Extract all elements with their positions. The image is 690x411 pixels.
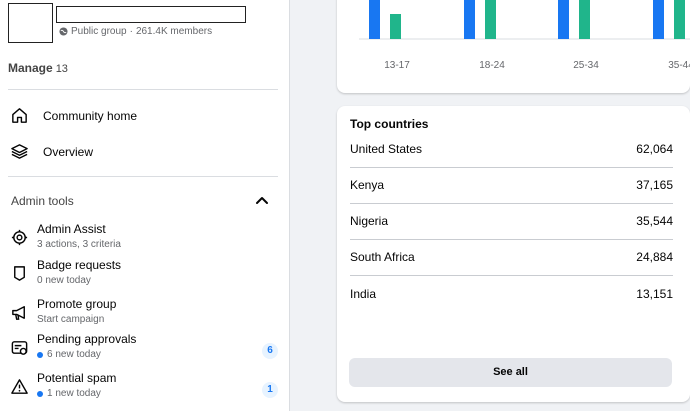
- tool-subtitle: Start campaign: [37, 314, 104, 325]
- count-badge: 6: [262, 343, 278, 359]
- warning-icon: [11, 379, 28, 394]
- admin-tools-heading: Admin tools: [11, 194, 74, 208]
- new-dot: [37, 351, 43, 358]
- group-privacy: Public group: [71, 26, 127, 37]
- tool-promote-group[interactable]: Promote group Start campaign: [10, 297, 280, 329]
- row-divider: [350, 203, 673, 204]
- layers-icon: [11, 144, 28, 159]
- tool-subtitle: 3 actions, 3 criteria: [37, 239, 121, 250]
- card-title: Top countries: [350, 117, 429, 131]
- chevron-up-icon[interactable]: [255, 195, 269, 205]
- tool-title: Potential spam: [37, 371, 117, 385]
- country-value: 62,064: [636, 142, 673, 156]
- approvals-icon: [11, 341, 28, 355]
- bar-35-44-series-1: [653, 0, 664, 39]
- row-divider: [350, 239, 673, 240]
- manage-label: Manage: [8, 61, 53, 75]
- country-row: United States 62,064: [350, 142, 673, 178]
- tool-title: Admin Assist: [37, 222, 106, 236]
- manage-count: 13: [55, 63, 68, 75]
- nav-community-home[interactable]: Community home: [10, 106, 280, 125]
- country-row: Kenya 37,165: [350, 178, 673, 214]
- country-row: South Africa 24,884: [350, 250, 673, 286]
- tool-title: Badge requests: [37, 258, 122, 272]
- tool-admin-assist[interactable]: Admin Assist 3 actions, 3 criteria: [10, 222, 280, 254]
- home-icon: [12, 108, 27, 123]
- country-value: 13,151: [636, 287, 673, 301]
- nav-label: Overview: [43, 144, 94, 159]
- tool-subtitle-text: 0 new today: [37, 275, 91, 286]
- tool-subtitle-text: 6 new today: [47, 349, 101, 360]
- top-countries-card: Top countries United States 62,064 Kenya 37…: [337, 106, 690, 402]
- bar-18-24-series-1: [464, 0, 475, 39]
- nav-label: Community home: [43, 108, 138, 123]
- nav-overview[interactable]: Overview: [10, 142, 280, 161]
- bar-35-44-series-2: [674, 0, 685, 39]
- badge-icon: [14, 266, 25, 281]
- age-chart-card: 13-17 18-24 25-34 35-44: [337, 0, 690, 93]
- country-name: India: [350, 287, 377, 301]
- group-name[interactable]: [56, 6, 246, 23]
- meta-separator: ·: [129, 26, 133, 37]
- bar-18-24-series-2: [485, 0, 496, 39]
- row-divider: [350, 275, 673, 276]
- group-meta: Public group · 261.4K members: [59, 26, 212, 37]
- bar-13-17-series-1: [369, 0, 380, 39]
- tool-potential-spam[interactable]: Potential spam 1 new today 1: [10, 371, 280, 403]
- x-tick-label: 18-24: [479, 60, 505, 71]
- tool-title: Promote group: [37, 297, 117, 311]
- row-divider: [350, 167, 673, 168]
- country-row: Nigeria 35,544: [350, 214, 673, 250]
- tool-subtitle: 6 new today: [37, 349, 101, 360]
- country-value: 35,544: [636, 214, 673, 228]
- bar-13-17-series-2: [390, 14, 401, 39]
- megaphone-icon: [12, 306, 25, 320]
- tool-title: Pending approvals: [37, 332, 137, 346]
- x-tick-label: 25-34: [573, 60, 599, 71]
- bar-25-34-series-1: [558, 0, 569, 39]
- x-tick-label: 35-44: [668, 60, 690, 71]
- sidebar: Public group · 261.4K members Manage 13 C…: [0, 0, 290, 411]
- country-name: Nigeria: [350, 214, 389, 228]
- tool-subtitle: 0 new today: [37, 275, 91, 286]
- group-avatar[interactable]: [8, 3, 53, 43]
- divider: [8, 89, 278, 90]
- manage-heading: Manage 13: [8, 61, 68, 75]
- country-name: United States: [350, 142, 423, 156]
- admin-assist-icon: [11, 229, 28, 246]
- country-value: 37,165: [636, 178, 673, 192]
- tool-badge-requests[interactable]: Badge requests 0 new today: [10, 258, 280, 290]
- see-all-button[interactable]: See all: [349, 358, 672, 387]
- country-name: Kenya: [350, 178, 385, 192]
- tool-pending-approvals[interactable]: Pending approvals 6 new today 6: [10, 332, 280, 364]
- country-name: South Africa: [350, 250, 415, 264]
- x-tick-label: 13-17: [384, 60, 410, 71]
- country-value: 24,884: [636, 250, 673, 264]
- tool-subtitle-text: 3 actions, 3 criteria: [37, 239, 121, 250]
- bar-25-34-series-2: [579, 0, 590, 39]
- tool-subtitle: 1 new today: [37, 388, 101, 399]
- globe-icon: [59, 27, 68, 36]
- group-members: 261.4K members: [135, 26, 213, 37]
- new-dot: [37, 390, 43, 397]
- count-badge: 1: [262, 382, 278, 398]
- age-bar-chart: 13-17 18-24 25-34 35-44: [359, 0, 690, 71]
- country-row: India 13,151: [350, 287, 673, 323]
- tool-subtitle-text: 1 new today: [47, 388, 101, 399]
- divider: [8, 176, 278, 177]
- tool-subtitle-text: Start campaign: [37, 314, 105, 325]
